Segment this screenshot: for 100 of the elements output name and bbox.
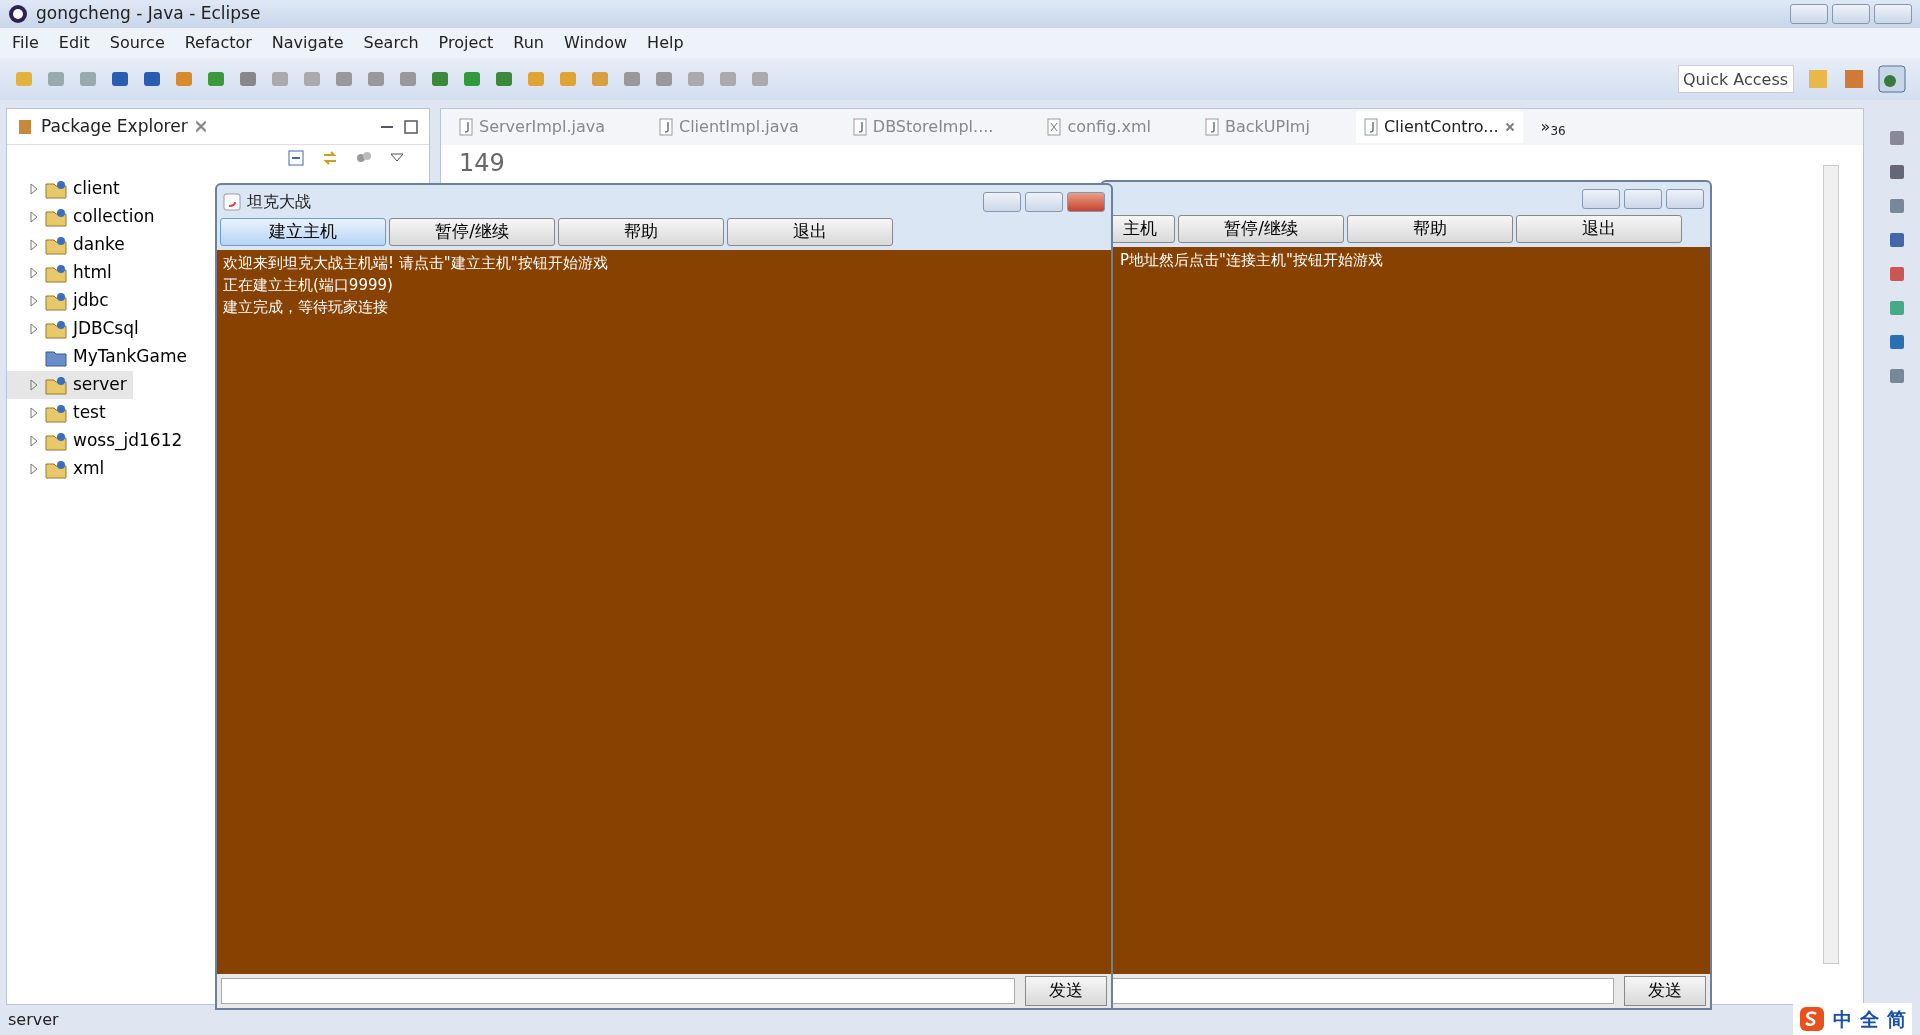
ime-label[interactable]: 全: [1860, 1004, 1879, 1034]
project-folder-icon: [45, 235, 67, 255]
tree-item[interactable]: MyTankGame: [7, 343, 193, 371]
view-icon[interactable]: [1887, 230, 1907, 250]
expand-icon[interactable]: [29, 295, 39, 307]
toolbar-button[interactable]: 暂停/继续: [1178, 215, 1344, 243]
expand-icon[interactable]: [29, 211, 39, 223]
menu-item[interactable]: Help: [647, 31, 684, 55]
log-line: 正在建立主机(端口9999): [223, 275, 394, 296]
toolbar-icon[interactable]: [398, 69, 418, 89]
menu-item[interactable]: Window: [564, 31, 628, 55]
project-folder-icon: [45, 375, 67, 395]
view-icon[interactable]: [1887, 162, 1907, 182]
expand-icon[interactable]: [29, 379, 39, 391]
collapse-all-icon[interactable]: [287, 149, 305, 167]
menu-item[interactable]: Source: [109, 31, 165, 55]
menu-item[interactable]: Run: [513, 31, 544, 55]
project-folder-icon: [45, 263, 67, 283]
close-icon[interactable]: [1504, 122, 1515, 132]
tree-item[interactable]: JDBCsql: [7, 315, 145, 343]
send-button[interactable]: 发送: [1624, 976, 1706, 1006]
quick-access-field[interactable]: Quick Access: [1678, 65, 1794, 93]
toolbar-icon[interactable]: [366, 69, 386, 89]
view-icon[interactable]: [1887, 366, 1907, 386]
restore-button[interactable]: [1832, 4, 1870, 24]
expand-icon[interactable]: [29, 463, 39, 475]
menu-item[interactable]: Project: [438, 31, 494, 55]
minimize-button[interactable]: [983, 191, 1021, 212]
close-button[interactable]: [1874, 4, 1912, 24]
menu-item[interactable]: Search: [363, 31, 419, 55]
minimize-button[interactable]: [1790, 4, 1828, 24]
scrollbar[interactable]: [1823, 165, 1839, 964]
project-folder-icon: [45, 179, 67, 199]
toolbar-button[interactable]: 退出: [727, 218, 893, 246]
toolbar-icon[interactable]: [110, 69, 130, 89]
view-icon[interactable]: [1887, 196, 1907, 216]
overflow-tabs-button[interactable]: »$_{36}$: [1540, 115, 1566, 139]
java-file-icon: [659, 118, 673, 136]
expand-icon[interactable]: [29, 267, 39, 279]
ime-label[interactable]: 中: [1833, 1004, 1852, 1034]
window-title: gongcheng - Java - Eclipse: [36, 2, 261, 26]
menu-item[interactable]: Navigate: [271, 31, 344, 55]
toolbar-icon[interactable]: [142, 69, 162, 89]
expand-icon[interactable]: [29, 407, 39, 419]
toolbar-icon[interactable]: [462, 69, 482, 89]
java-perspective-icon[interactable]: [1878, 65, 1906, 93]
menu-item[interactable]: File: [12, 31, 39, 55]
toolbar-button[interactable]: 建立主机: [220, 218, 386, 246]
expand-icon[interactable]: [29, 183, 39, 195]
menu-item[interactable]: Edit: [58, 31, 90, 55]
tree-item[interactable]: xml: [7, 455, 111, 483]
tree-item[interactable]: server: [7, 371, 133, 399]
toolbar-button[interactable]: 暂停/继续: [389, 218, 555, 246]
link-icon[interactable]: [321, 149, 339, 167]
minimize-button[interactable]: [1582, 188, 1620, 209]
sogou-logo-icon: [1799, 1006, 1825, 1032]
tree-item[interactable]: collection: [7, 203, 161, 231]
toolbar-icon[interactable]: [238, 69, 258, 89]
perspective-icon[interactable]: [1842, 67, 1866, 91]
maximize-button[interactable]: [1025, 191, 1063, 212]
close-button[interactable]: [195, 118, 206, 135]
java-file-icon: [852, 118, 867, 136]
xml-file-icon: [1047, 118, 1062, 136]
package-icon: [17, 117, 33, 136]
tree-item[interactable]: jdbc: [7, 287, 115, 315]
toolbar-icon[interactable]: [174, 69, 194, 89]
expand-icon[interactable]: [29, 239, 39, 251]
toolbar-icon[interactable]: [430, 69, 450, 89]
toolbar-button[interactable]: 帮助: [1347, 215, 1513, 243]
toolbar-icon[interactable]: [206, 69, 226, 89]
ime-label[interactable]: 简: [1887, 1004, 1906, 1034]
maximize-button[interactable]: [1624, 188, 1662, 209]
perspective-icon[interactable]: [1806, 67, 1830, 91]
view-icon[interactable]: [1887, 332, 1907, 352]
expand-icon[interactable]: [29, 435, 39, 447]
toolbar-button[interactable]: 帮助: [558, 218, 724, 246]
view-icon[interactable]: [1887, 128, 1907, 148]
menu-item[interactable]: Refactor: [184, 31, 252, 55]
send-button[interactable]: 发送: [1025, 976, 1107, 1006]
toolbar-icon[interactable]: [622, 69, 642, 89]
view-icon[interactable]: [1887, 298, 1907, 318]
view-icon[interactable]: [1887, 264, 1907, 284]
editor-tab[interactable]: ClientContro...: [1355, 111, 1523, 143]
tree-item[interactable]: html: [7, 259, 118, 287]
message-input-field[interactable]: [221, 978, 1015, 1004]
close-button[interactable]: [1067, 191, 1105, 212]
close-button[interactable]: [1666, 188, 1704, 209]
toolbar-button[interactable]: 退出: [1516, 215, 1682, 243]
java-file-icon: [1204, 118, 1219, 136]
tree-item[interactable]: client: [7, 175, 126, 203]
log-line: 欢迎来到坦克大战主机端! 请点击"建立主机"按钮开始游戏: [223, 253, 609, 274]
tree-item[interactable]: woss_jd1612: [7, 427, 189, 455]
toolbar-icon[interactable]: [494, 69, 514, 89]
view-title[interactable]: Package Explorer: [41, 113, 188, 140]
tree-item[interactable]: test: [7, 399, 112, 427]
toolbar-icon[interactable]: [654, 69, 674, 89]
expand-icon[interactable]: [29, 323, 39, 335]
tree-item[interactable]: danke: [7, 231, 131, 259]
toolbar-icon[interactable]: [334, 69, 354, 89]
maximize-icon[interactable]: [403, 118, 419, 135]
